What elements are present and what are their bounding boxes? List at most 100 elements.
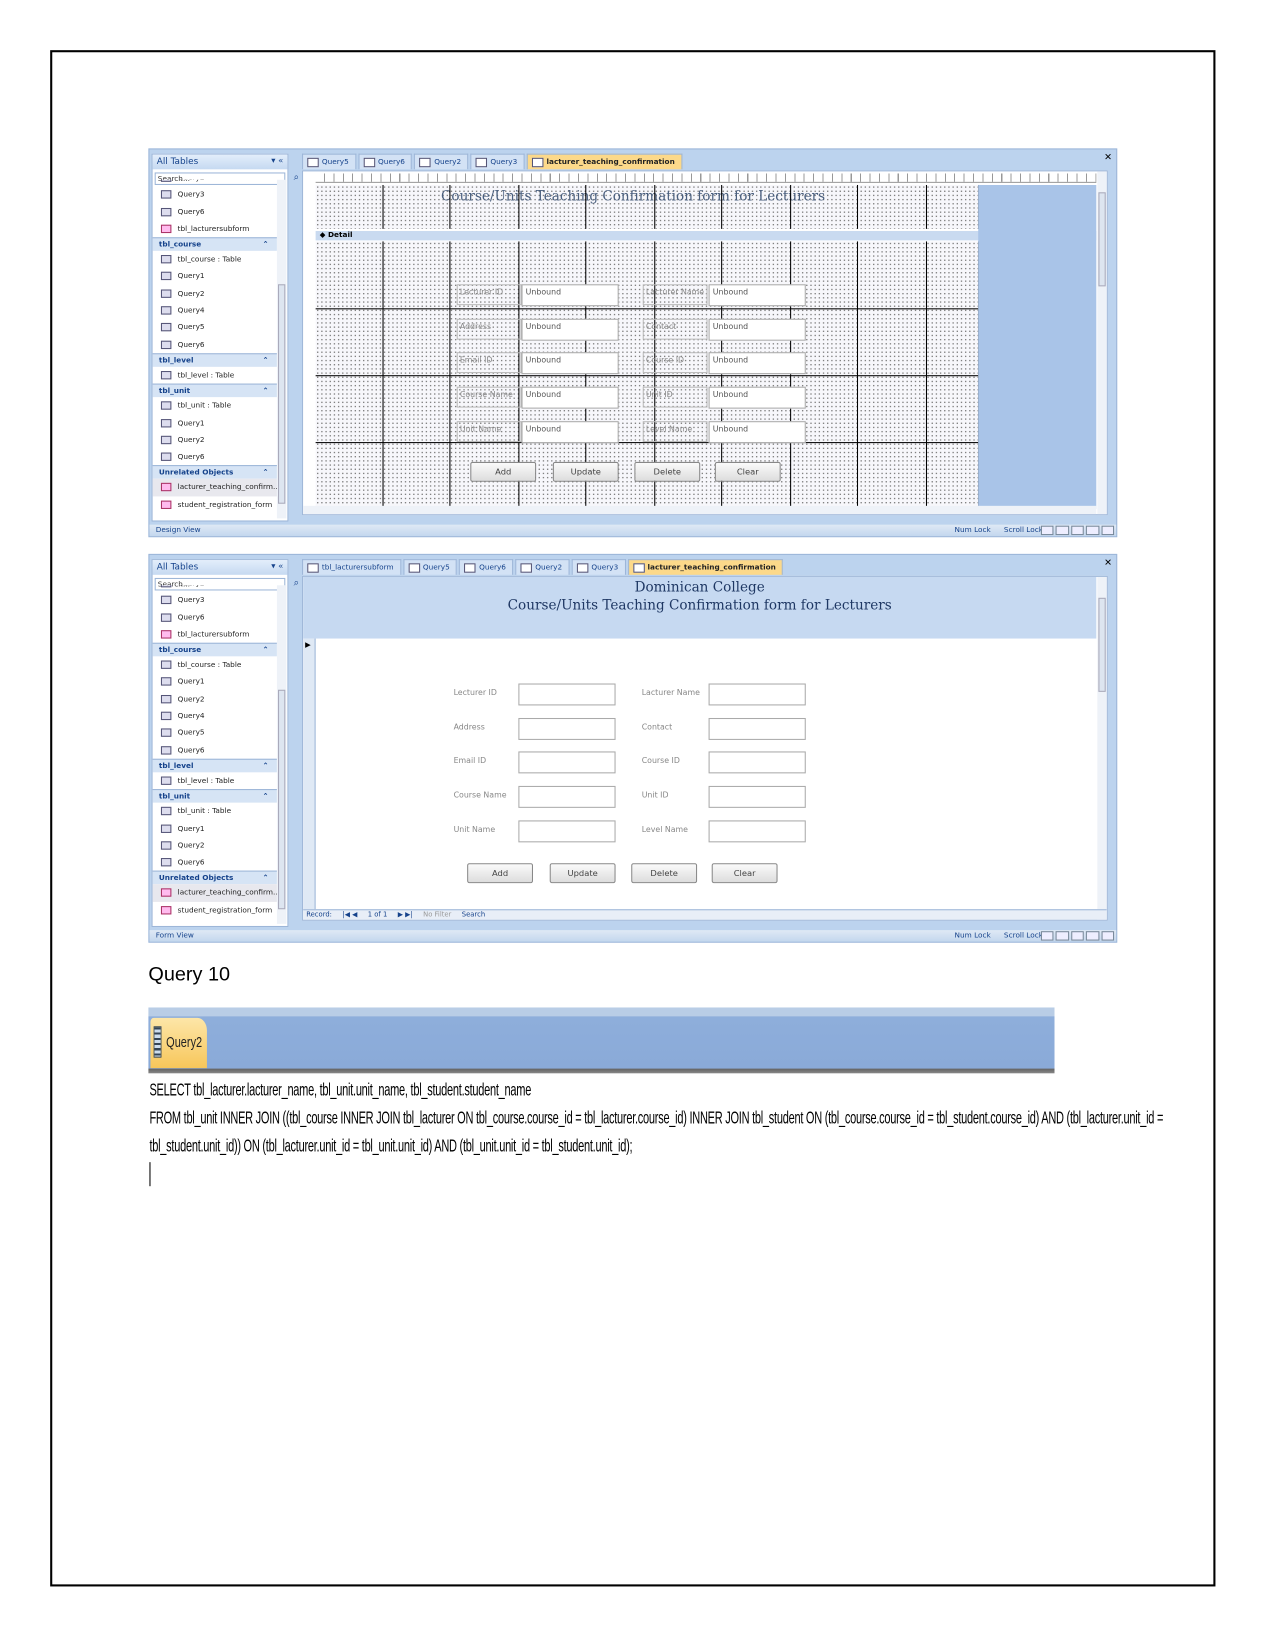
vertical-scrollbar[interactable]	[1097, 171, 1107, 515]
nav-group-header[interactable]: Unrelated Objects	[152, 465, 277, 480]
field-input[interactable]	[708, 751, 806, 774]
nav-item[interactable]: lacturer_teaching_confirm...	[152, 884, 277, 902]
nav-item[interactable]: Query5	[153, 319, 277, 336]
nav-group-header[interactable]: tbl_level	[152, 758, 277, 773]
field-input[interactable]	[518, 717, 616, 740]
nav-item[interactable]: tbl_course : Table	[153, 251, 277, 268]
document-tab[interactable]: Query3	[470, 153, 525, 170]
field-input[interactable]	[708, 717, 806, 740]
nav-item[interactable]: Query6	[153, 203, 277, 220]
nav-item[interactable]: Query6	[153, 854, 277, 871]
field-input[interactable]: Unbound	[708, 420, 806, 443]
delete-button[interactable]: Delete	[631, 863, 698, 884]
field-input[interactable]: Unbound	[521, 352, 619, 375]
nav-group-header[interactable]: tbl_level	[152, 353, 277, 368]
nav-item[interactable]: Query4	[153, 708, 277, 725]
scroll-thumb[interactable]	[1098, 192, 1106, 287]
nav-item[interactable]: Query2	[153, 691, 277, 708]
sql-line[interactable]: tbl_student.unit_id)) ON (tbl_lacturer.u…	[149, 1136, 632, 1157]
nav-item[interactable]: tbl_course : Table	[153, 657, 277, 674]
view-switch-button[interactable]	[1086, 525, 1100, 536]
nav-item[interactable]: lacturer_teaching_confirm...	[152, 479, 277, 497]
document-tab[interactable]: tbl_lacturersubform	[302, 559, 401, 575]
field-input[interactable]	[708, 683, 806, 706]
sql-line[interactable]: SELECT tbl_lacturer.lacturer_name, tbl_u…	[149, 1080, 531, 1101]
nav-item[interactable]: Query2	[153, 285, 277, 302]
nav-pane-header[interactable]: All Tables ▾ «	[152, 560, 288, 575]
field-input[interactable]: Unbound	[521, 386, 619, 409]
field-input[interactable]: Unbound	[521, 284, 619, 307]
document-tab[interactable]: Query6	[459, 559, 514, 575]
nav-group-header[interactable]: Unrelated Objects	[152, 871, 277, 886]
field-input[interactable]	[518, 786, 616, 808]
nav-item[interactable]: Query1	[153, 674, 277, 691]
nav-group-header[interactable]: tbl_unit	[152, 383, 277, 398]
nav-item[interactable]: Query4	[153, 302, 277, 319]
delete-button[interactable]: Delete	[634, 461, 701, 482]
document-tab[interactable]: lacturer_teaching_confirmation	[627, 559, 784, 575]
clear-button[interactable]: Clear	[714, 461, 781, 482]
record-search-input[interactable]: Search	[462, 910, 485, 919]
form-title-label[interactable]: Course/Units Teaching Confirmation form …	[441, 189, 825, 205]
scroll-thumb[interactable]	[277, 284, 286, 504]
document-tab[interactable]: Query2	[515, 559, 570, 575]
scroll-thumb[interactable]	[277, 689, 286, 910]
document-tab[interactable]: Query3	[571, 559, 626, 575]
clear-button[interactable]: Clear	[711, 863, 778, 884]
view-switch-button[interactable]	[1071, 931, 1084, 941]
nav-item[interactable]: tbl_level : Table	[153, 772, 277, 789]
document-tab[interactable]: Query5	[302, 153, 357, 170]
field-input[interactable]	[518, 683, 616, 706]
field-input[interactable]	[518, 751, 616, 774]
nav-pane-header[interactable]: All Tables ▾ «	[152, 154, 288, 170]
view-switch-button[interactable]	[1055, 931, 1069, 941]
record-nav-first-icon[interactable]: |◀ ◀	[342, 910, 357, 919]
document-tab[interactable]: Query6	[358, 153, 413, 170]
document-tab[interactable]: Query5	[403, 559, 458, 575]
field-input[interactable]	[518, 820, 616, 843]
nav-item[interactable]: Query3	[153, 186, 277, 203]
close-icon[interactable]: ✕	[1104, 153, 1112, 163]
nav-item[interactable]: Query6	[153, 742, 277, 759]
field-input[interactable]	[708, 820, 806, 843]
no-filter-button[interactable]: No Filter	[423, 910, 451, 919]
add-button[interactable]: Add	[467, 863, 534, 884]
view-switch-button[interactable]	[1071, 525, 1084, 536]
nav-item[interactable]: student_registration_form	[153, 902, 277, 919]
nav-item[interactable]: Query1	[153, 820, 277, 837]
document-tab[interactable]: lacturer_teaching_confirmation	[526, 153, 683, 170]
collapse-nav-icon[interactable]: ▾ «	[271, 561, 283, 570]
nav-group-header[interactable]: tbl_unit	[152, 789, 277, 804]
sql-line[interactable]: FROM tbl_unit INNER JOIN ((tbl_course IN…	[149, 1108, 1163, 1129]
add-button[interactable]: Add	[470, 461, 537, 482]
view-switch-button[interactable]	[1040, 931, 1054, 941]
search-icon[interactable]: ⌕	[294, 172, 299, 182]
record-selector[interactable]	[303, 638, 316, 910]
nav-item[interactable]: tbl_level : Table	[153, 367, 277, 384]
field-input[interactable]: Unbound	[708, 386, 806, 409]
field-input[interactable]: Unbound	[521, 420, 619, 443]
nav-item[interactable]: Query6	[153, 609, 277, 626]
document-tab[interactable]: Query2	[414, 153, 469, 170]
nav-item[interactable]: Query3	[153, 592, 277, 609]
nav-item[interactable]: tbl_lacturersubform	[153, 626, 277, 643]
scroll-thumb[interactable]	[1098, 597, 1106, 692]
nav-scrollbar[interactable]	[276, 179, 287, 519]
search-icon[interactable]: ⌕	[294, 578, 299, 588]
record-position[interactable]: 1 of 1	[368, 910, 388, 919]
collapse-nav-icon[interactable]: ▾ «	[271, 156, 283, 165]
nav-item[interactable]: Query1	[153, 414, 277, 431]
update-button[interactable]: Update	[549, 863, 616, 884]
field-input[interactable]: Unbound	[708, 318, 806, 341]
nav-item[interactable]: tbl_unit : Table	[153, 803, 277, 820]
nav-item[interactable]: Query6	[153, 449, 277, 466]
record-nav-next-icon[interactable]: ▶ ▶|	[398, 910, 413, 919]
view-switch-button[interactable]	[1101, 931, 1115, 941]
view-switch-button[interactable]	[1040, 525, 1054, 536]
nav-item[interactable]: tbl_unit : Table	[153, 397, 277, 414]
nav-item[interactable]: Query2	[153, 431, 277, 448]
nav-item[interactable]: student_registration_form	[153, 496, 277, 513]
field-input[interactable]: Unbound	[708, 284, 806, 307]
query-tab[interactable]: Query2	[150, 1017, 207, 1069]
nav-group-header[interactable]: tbl_course	[152, 237, 277, 252]
